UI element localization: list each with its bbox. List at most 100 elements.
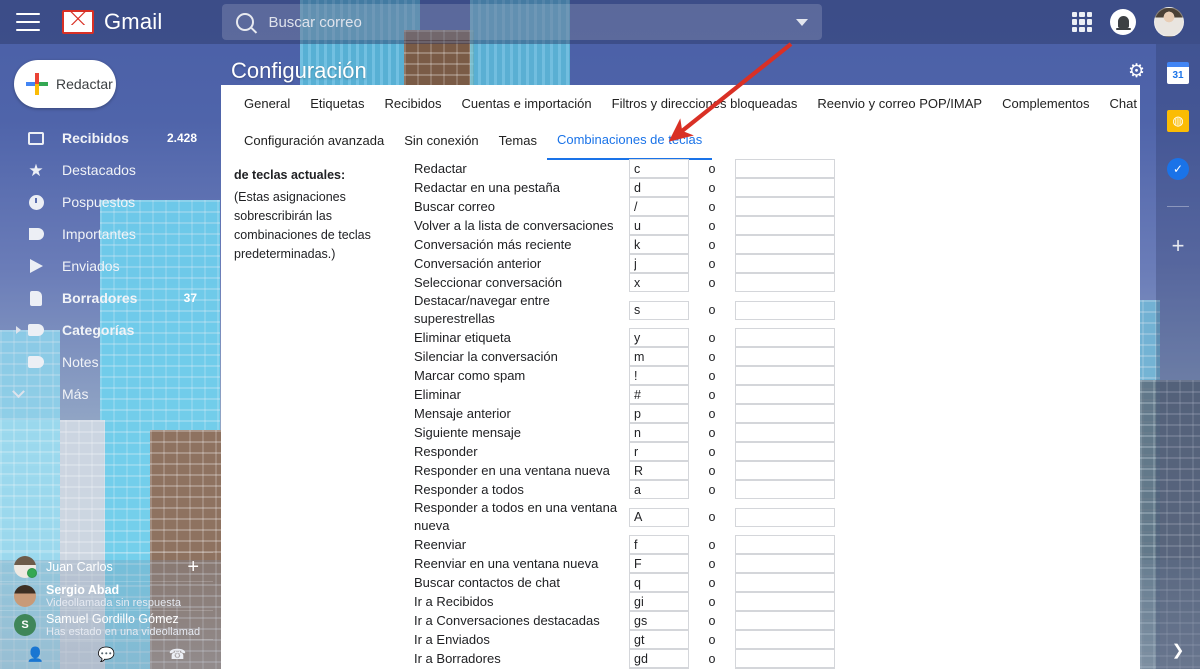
shortcut-alt-key-input[interactable] — [735, 442, 835, 461]
shortcut-key-input[interactable] — [629, 442, 689, 461]
shortcut-alt-key-input[interactable] — [735, 273, 835, 292]
shortcut-key-input[interactable] — [629, 649, 689, 668]
shortcut-key-input[interactable] — [629, 385, 689, 404]
chevron-down-icon[interactable] — [10, 384, 26, 399]
shortcut-alt-key-input[interactable] — [735, 592, 835, 611]
gear-icon[interactable]: ⚙ — [1128, 62, 1148, 82]
compose-button[interactable]: Redactar — [14, 60, 116, 108]
shortcut-key-input[interactable] — [629, 423, 689, 442]
shortcut-key-input[interactable] — [629, 630, 689, 649]
shortcut-key-input[interactable] — [629, 159, 689, 178]
shortcut-key-input[interactable] — [629, 197, 689, 216]
search-bar[interactable] — [222, 4, 823, 40]
shortcut-key-input[interactable] — [629, 461, 689, 480]
notifications-bell-icon[interactable] — [1110, 9, 1136, 35]
shortcut-alt-key-input[interactable] — [735, 535, 835, 554]
shortcut-key-input[interactable] — [629, 216, 689, 235]
tab-temas[interactable]: Temas — [489, 123, 547, 159]
chat-list-item[interactable]: S Samuel Gordillo Gómez Has estado en una … — [0, 610, 213, 639]
sidebar-item-pospuestos[interactable]: Pospuestos — [0, 186, 213, 218]
shortcut-or-separator: o — [708, 632, 716, 647]
shortcut-key-input[interactable] — [629, 178, 689, 197]
chat-list-item[interactable]: Juan Carlos + — [0, 552, 213, 581]
shortcut-or-separator: o — [708, 368, 716, 383]
sidebar-item-destacados[interactable]: ★ Destacados — [0, 154, 213, 186]
shortcut-key-input[interactable] — [629, 328, 689, 347]
sidebar-item-notes[interactable]: Notes — [0, 346, 213, 378]
shortcut-key-input[interactable] — [629, 254, 689, 273]
shortcut-key-input[interactable] — [629, 235, 689, 254]
tab-general[interactable]: General — [234, 86, 300, 122]
hamburger-menu-icon[interactable] — [16, 13, 40, 31]
shortcut-alt-key-input[interactable] — [735, 197, 835, 216]
shortcut-key-input[interactable] — [629, 366, 689, 385]
shortcut-action-label: Conversación anterior — [414, 255, 542, 271]
calendar-icon[interactable]: 31 — [1167, 62, 1189, 84]
tab-configuraci-n-avanzada[interactable]: Configuración avanzada — [234, 123, 394, 159]
shortcut-key-input[interactable] — [629, 573, 689, 592]
shortcut-key-input[interactable] — [629, 404, 689, 423]
apps-grid-icon[interactable] — [1072, 12, 1092, 32]
shortcut-alt-key-input[interactable] — [735, 404, 835, 423]
shortcut-alt-key-input[interactable] — [735, 366, 835, 385]
tab-filtros-y-direcciones-bloqueadas[interactable]: Filtros y direcciones bloqueadas — [602, 86, 808, 122]
shortcut-alt-key-input[interactable] — [735, 235, 835, 254]
shortcut-alt-key-input[interactable] — [735, 216, 835, 235]
shortcut-alt-key-input[interactable] — [735, 461, 835, 480]
shortcut-key-input[interactable] — [629, 273, 689, 292]
shortcut-alt-key-input[interactable] — [735, 385, 835, 404]
shortcut-alt-key-input[interactable] — [735, 178, 835, 197]
chat-tab-bar: 👤 💬 ☎ — [0, 639, 213, 669]
expand-rail-chevron-right-icon[interactable]: ❯ — [1172, 641, 1185, 659]
search-input[interactable] — [268, 13, 797, 31]
shortcut-key-input[interactable] — [629, 347, 689, 366]
chat-phone-icon[interactable]: ☎ — [169, 646, 186, 663]
sidebar-item-importantes[interactable]: Importantes — [0, 218, 213, 250]
tab-etiquetas[interactable]: Etiquetas — [300, 86, 374, 122]
chat-list-item[interactable]: Sergio Abad Videollamada sin respuesta — [0, 581, 213, 610]
shortcut-alt-key-input[interactable] — [735, 573, 835, 592]
add-addon-button[interactable]: + — [1172, 233, 1185, 259]
sidebar-item-enviados[interactable]: Enviados — [0, 250, 213, 282]
shortcut-alt-key-input[interactable] — [735, 611, 835, 630]
sidebar-item-recibidos[interactable]: Recibidos 2.428 — [0, 122, 213, 154]
avatar[interactable] — [1154, 7, 1184, 37]
sidebar-nav-list: Recibidos 2.428 ★ Destacados Pospuestos Impor… — [0, 122, 213, 410]
chevron-right-icon[interactable] — [10, 326, 26, 334]
shortcut-alt-key-input[interactable] — [735, 630, 835, 649]
shortcut-alt-key-input[interactable] — [735, 507, 835, 527]
tab-recibidos[interactable]: Recibidos — [374, 86, 451, 122]
shortcut-key-input[interactable] — [629, 611, 689, 630]
tab-cuentas-e-importaci-n[interactable]: Cuentas e importación — [452, 86, 602, 122]
shortcut-alt-key-input[interactable] — [735, 254, 835, 273]
chat-contacts-icon[interactable]: 👤 — [27, 646, 44, 663]
sidebar-item-categor-as[interactable]: Categorías — [0, 314, 213, 346]
shortcut-alt-key-input[interactable] — [735, 554, 835, 573]
add-chat-contact-button[interactable]: + — [187, 556, 199, 579]
shortcut-key-input[interactable] — [629, 592, 689, 611]
shortcut-row: Seleccionar conversación o — [414, 273, 1140, 292]
sidebar-item-m-s[interactable]: Más — [0, 378, 213, 410]
sidebar-item-borradores[interactable]: Borradores 37 — [0, 282, 213, 314]
shortcut-key-input[interactable] — [629, 507, 689, 527]
tab-complementos[interactable]: Complementos — [992, 86, 1099, 122]
shortcut-key-input[interactable] — [629, 300, 689, 320]
tab-sin-conexi-n[interactable]: Sin conexión — [394, 123, 488, 159]
shortcut-alt-key-input[interactable] — [735, 649, 835, 668]
shortcut-alt-key-input[interactable] — [735, 480, 835, 499]
shortcut-alt-key-input[interactable] — [735, 423, 835, 442]
keep-icon[interactable]: ◍ — [1167, 110, 1189, 132]
tab-combinaciones-de-teclas[interactable]: Combinaciones de teclas — [546, 122, 713, 160]
chat-hangouts-icon[interactable]: 💬 — [98, 646, 115, 663]
shortcut-alt-key-input[interactable] — [735, 300, 835, 320]
tab-chat[interactable]: Chat — [1100, 86, 1140, 122]
search-options-chevron-down-icon[interactable] — [796, 18, 809, 26]
shortcut-key-input[interactable] — [629, 480, 689, 499]
tab-reenvio-y-correo-pop-imap[interactable]: Reenvio y correo POP/IMAP — [807, 86, 992, 122]
shortcut-alt-key-input[interactable] — [735, 328, 835, 347]
shortcut-alt-key-input[interactable] — [735, 347, 835, 366]
shortcut-key-input[interactable] — [629, 554, 689, 573]
shortcut-key-input[interactable] — [629, 535, 689, 554]
shortcut-alt-key-input[interactable] — [735, 159, 835, 178]
tasks-icon[interactable]: ✓ — [1167, 158, 1189, 180]
